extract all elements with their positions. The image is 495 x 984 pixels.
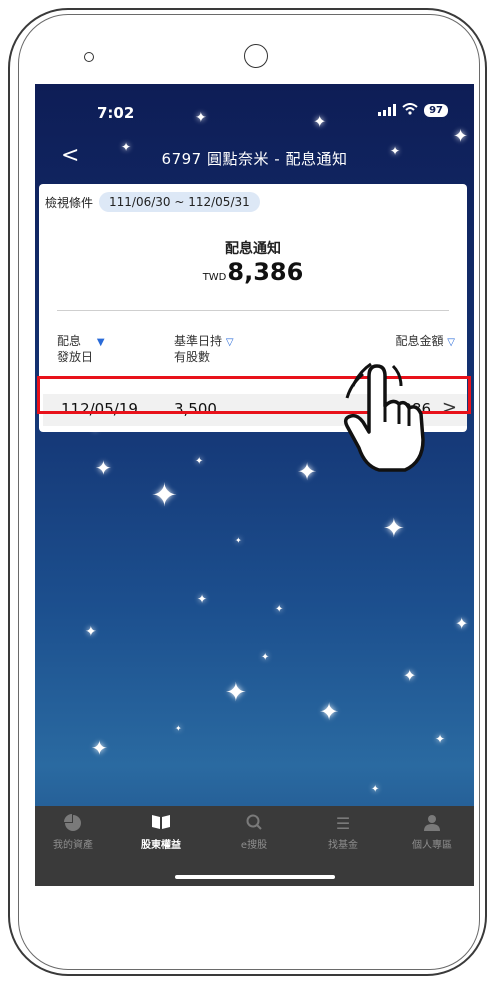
star-icon: ✦ <box>151 476 178 514</box>
tab-label: 股東權益 <box>141 840 181 851</box>
nav-bar: < 6797 圓點奈米 - 配息通知 <box>35 140 474 176</box>
pointing-hand-icon <box>343 362 425 472</box>
divider <box>57 310 449 311</box>
tab-my-assets[interactable]: 我的資產 <box>35 814 113 851</box>
star-icon: ✦ <box>175 724 182 733</box>
total-amount: 8,386 <box>227 258 304 286</box>
star-icon: ✦ <box>235 536 242 545</box>
pie-chart-icon <box>35 814 113 834</box>
star-icon: ✦ <box>85 624 97 640</box>
wifi-icon <box>402 103 418 117</box>
bottom-tab-bar: 我的資產 股東權益 e搜股 ☰ 找基金 個人專區 <box>35 806 474 886</box>
list-icon: ☰ <box>335 814 351 833</box>
camera-icon <box>84 52 94 62</box>
filter-label: 檢視條件 <box>45 195 94 210</box>
column-label: 有股數 <box>174 350 211 364</box>
battery-icon: 97 <box>424 103 448 117</box>
column-label: 配息 <box>57 334 82 348</box>
filter-row: 檢視條件 111/06/30 ~ 112/05/31 <box>45 192 260 212</box>
tab-label: 找基金 <box>328 840 358 851</box>
star-icon: ✦ <box>455 614 469 633</box>
app-screen: ✦ ✦ ✦ ✦ ✦ ✦ ✦ ✦ ✦ ✦ ✦ ✦ ✦ ✦ ✦ ✦ ✦ ✦ ✦ ✦ … <box>35 84 474 886</box>
tab-shareholder-rights[interactable]: 股東權益 <box>121 814 201 851</box>
currency-label: TWD <box>202 272 227 283</box>
column-label: 配息金額 <box>395 334 444 348</box>
status-time: 7:02 <box>97 104 135 122</box>
column-header-shares[interactable]: 基準日持 ▽ 有股數 <box>174 334 234 364</box>
person-icon <box>392 814 472 834</box>
summary-title: 配息通知 <box>225 241 281 257</box>
star-icon: ✦ <box>319 698 340 726</box>
tab-stock-search[interactable]: e搜股 <box>214 814 294 851</box>
tab-label: e搜股 <box>240 840 268 851</box>
star-icon: ✦ <box>91 736 108 760</box>
star-icon: ✦ <box>403 666 417 685</box>
sort-desc-icon[interactable]: ▼ <box>97 337 105 348</box>
star-icon: ✦ <box>95 456 112 480</box>
column-label: 基準日持 <box>174 334 223 348</box>
star-icon: ✦ <box>383 514 405 544</box>
column-header-amount[interactable]: 配息金額 ▽ <box>395 334 455 350</box>
star-icon: ✦ <box>275 604 284 615</box>
star-icon: ✦ <box>195 456 204 467</box>
star-icon: ✦ <box>197 592 208 606</box>
status-icons: 97 <box>378 103 448 117</box>
star-icon: ✦ <box>435 732 446 746</box>
tab-label: 我的資產 <box>53 840 93 851</box>
column-label: 發放日 <box>57 350 94 364</box>
star-icon: ✦ <box>371 784 380 795</box>
tab-personal-area[interactable]: 個人專區 <box>392 814 472 851</box>
sort-icon[interactable]: ▽ <box>226 337 234 348</box>
star-icon: ✦ <box>261 652 270 663</box>
sort-icon[interactable]: ▽ <box>447 337 455 348</box>
star-icon: ✦ <box>225 678 247 708</box>
tab-find-fund[interactable]: ☰ 找基金 <box>303 814 383 851</box>
search-icon <box>214 814 294 834</box>
status-bar: 7:02 97 <box>35 84 474 134</box>
tab-label: 個人專區 <box>412 840 452 851</box>
star-icon: ✦ <box>297 458 318 486</box>
date-range-chip[interactable]: 111/06/30 ~ 112/05/31 <box>99 192 260 212</box>
page-title: 6797 圓點奈米 - 配息通知 <box>161 150 348 168</box>
home-indicator <box>175 875 335 879</box>
sensor-icon <box>244 44 268 68</box>
signal-icon <box>378 104 397 116</box>
summary-amount: TWD8,386 <box>39 258 467 286</box>
book-icon <box>121 814 201 834</box>
column-header-pay-date[interactable]: 配息 ▼ 發放日 <box>57 334 105 364</box>
